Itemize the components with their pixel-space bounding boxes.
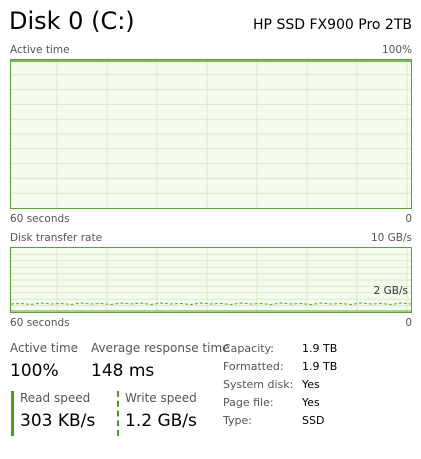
formatted-label: Formatted: bbox=[223, 360, 284, 373]
write-speed-block: Write speed 1.2 GB/s bbox=[117, 391, 214, 436]
active-time-chart-min: 0 bbox=[405, 213, 412, 225]
read-speed-block: Read speed 303 KB/s bbox=[11, 391, 109, 436]
disk-performance-panel: Disk 0 (C:) HP SSD FX900 Pro 2TB Active … bbox=[0, 0, 421, 459]
write-speed-series-line bbox=[11, 302, 411, 306]
transfer-rate-chart-duration: 60 seconds bbox=[10, 317, 70, 329]
transfer-rate-chart-grid bbox=[11, 248, 411, 312]
active-time-chart-max: 100% bbox=[381, 44, 412, 56]
transfer-rate-chart-min: 0 bbox=[405, 317, 412, 329]
write-speed-label: Write speed bbox=[125, 391, 197, 405]
page-file-value: Yes bbox=[302, 396, 320, 409]
system-disk-label: System disk: bbox=[223, 378, 294, 391]
read-speed-label: Read speed bbox=[20, 391, 91, 405]
page-file-label: Page file: bbox=[223, 396, 274, 409]
type-label: Type: bbox=[223, 414, 252, 427]
write-speed-value: 1.2 GB/s bbox=[125, 411, 197, 431]
transfer-rate-chart[interactable]: 2 GB/s bbox=[10, 247, 412, 313]
page-title: Disk 0 (C:) bbox=[9, 7, 135, 35]
active-time-label: Active time bbox=[10, 341, 79, 355]
active-time-chart-grid bbox=[11, 60, 411, 208]
response-time-value: 148 ms bbox=[91, 361, 155, 381]
formatted-value: 1.9 TB bbox=[302, 360, 338, 373]
capacity-label: Capacity: bbox=[223, 342, 274, 355]
response-time-label: Average response time bbox=[91, 341, 230, 355]
transfer-rate-chart-mid: 2 GB/s bbox=[373, 285, 408, 297]
capacity-value: 1.9 TB bbox=[302, 342, 338, 355]
active-time-chart[interactable] bbox=[10, 59, 412, 209]
transfer-rate-chart-label: Disk transfer rate bbox=[10, 232, 103, 244]
disk-model: HP SSD FX900 Pro 2TB bbox=[253, 17, 412, 33]
system-disk-value: Yes bbox=[302, 378, 320, 391]
read-speed-value: 303 KB/s bbox=[20, 411, 96, 431]
active-time-chart-label: Active time bbox=[10, 44, 70, 56]
type-value: SSD bbox=[302, 414, 325, 427]
transfer-rate-chart-max: 10 GB/s bbox=[370, 232, 412, 244]
active-time-chart-duration: 60 seconds bbox=[10, 213, 70, 225]
active-time-value: 100% bbox=[10, 361, 59, 381]
